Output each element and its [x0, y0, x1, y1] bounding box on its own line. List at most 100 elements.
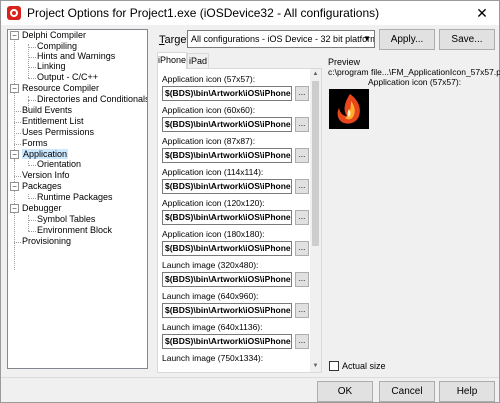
- tree-line: [28, 231, 36, 232]
- tab-ipad[interactable]: iPad: [187, 53, 209, 69]
- tree-line: [28, 161, 29, 164]
- list-item: Application icon (114x114): $(BDS)\bin\A…: [162, 166, 310, 194]
- tree-item-label: Linking: [37, 61, 66, 71]
- actual-size-checkbox[interactable]: [329, 361, 339, 371]
- tree-line: [28, 57, 36, 58]
- icon-path-input[interactable]: $(BDS)\bin\Artwork\iOS\iPhone: [162, 241, 292, 256]
- icon-path-input[interactable]: $(BDS)\bin\Artwork\iOS\iPhone: [162, 210, 292, 225]
- icon-path-input[interactable]: $(BDS)\bin\Artwork\iOS\iPhone: [162, 334, 292, 349]
- tree-item-orientation[interactable]: Orientation: [37, 159, 81, 170]
- scroll-down-icon[interactable]: ▼: [310, 361, 321, 372]
- tree-line: [14, 144, 21, 145]
- browse-button[interactable]: ...: [295, 148, 309, 163]
- tree-item-forms[interactable]: Forms: [22, 138, 48, 149]
- browse-button[interactable]: ...: [295, 117, 309, 132]
- browse-button[interactable]: ...: [295, 241, 309, 256]
- tree-item-label: Output - C/C++: [37, 72, 99, 82]
- cancel-button[interactable]: Cancel: [379, 381, 435, 402]
- icon-path-input[interactable]: $(BDS)\bin\Artwork\iOS\iPhone: [162, 179, 292, 194]
- help-button[interactable]: Help: [439, 381, 495, 402]
- tree-item-label: Orientation: [37, 159, 82, 169]
- icon-row-label: Launch image (640x1136):: [162, 322, 263, 332]
- apply-button[interactable]: Apply...: [379, 29, 435, 50]
- icon-list: Application icon (57x57): $(BDS)\bin\Art…: [158, 69, 310, 372]
- scroll-thumb[interactable]: [312, 81, 319, 246]
- expander-resource-compiler[interactable]: −: [10, 84, 19, 93]
- icon-row-label: Launch image (320x480):: [162, 260, 259, 270]
- tree-item-version-info[interactable]: Version Info: [22, 170, 70, 181]
- footer-separator: [1, 377, 499, 378]
- tree-item-uses-permissions[interactable]: Uses Permissions: [22, 127, 94, 138]
- chevron-down-icon: ▼: [363, 34, 371, 43]
- tree-item-debugger[interactable]: Debugger: [22, 203, 62, 214]
- browse-button[interactable]: ...: [295, 303, 309, 318]
- icon-path-input[interactable]: $(BDS)\bin\Artwork\iOS\iPhone: [162, 86, 292, 101]
- browse-button[interactable]: ...: [295, 179, 309, 194]
- vertical-scrollbar[interactable]: ▲ ▼: [310, 69, 321, 372]
- tree-item-entitlement-list[interactable]: Entitlement List: [22, 116, 84, 127]
- target-select-value: All configurations - iOS Device - 32 bit…: [191, 34, 375, 44]
- browse-button[interactable]: ...: [295, 86, 309, 101]
- tree-line: [14, 210, 15, 270]
- expander-delphi-compiler[interactable]: −: [10, 31, 19, 40]
- actual-size-option[interactable]: Actual size: [329, 361, 386, 371]
- ok-button[interactable]: OK: [317, 381, 373, 402]
- tree-item-label: Resource Compiler: [22, 83, 100, 93]
- tree-line: [14, 122, 21, 123]
- browse-button[interactable]: ...: [295, 272, 309, 287]
- tree-line: [14, 242, 21, 243]
- icon-row-label: Application icon (87x87):: [162, 136, 256, 146]
- tree-item-packages[interactable]: Packages: [22, 181, 62, 192]
- tree-line: [28, 100, 36, 101]
- expander-debugger[interactable]: −: [10, 204, 19, 213]
- icon-row-label: Application icon (114x114):: [162, 167, 264, 177]
- save-button[interactable]: Save...: [439, 29, 495, 50]
- tree-line: [28, 165, 36, 166]
- icon-row-label: Launch image (750x1334):: [162, 353, 264, 363]
- expander-application[interactable]: −: [10, 150, 19, 159]
- tree-item-build-events[interactable]: Build Events: [22, 105, 72, 116]
- icon-path-input[interactable]: $(BDS)\bin\Artwork\iOS\iPhone: [162, 303, 292, 318]
- tree-item-environment-block[interactable]: Environment Block: [37, 225, 112, 236]
- tree-item-label: Debugger: [22, 203, 62, 213]
- tree-item-label: Packages: [22, 181, 62, 191]
- tree-line: [28, 215, 29, 231]
- icon-path-input[interactable]: $(BDS)\bin\Artwork\iOS\iPhone: [162, 117, 292, 132]
- icon-row-label: Application icon (60x60):: [162, 105, 256, 115]
- tab-iphone[interactable]: iPhone: [157, 52, 187, 69]
- tree-item-provisioning[interactable]: Provisioning: [22, 236, 71, 247]
- list-item: Launch image (320x480): $(BDS)\bin\Artwo…: [162, 259, 310, 287]
- expander-packages[interactable]: −: [10, 182, 19, 191]
- options-tree[interactable]: − Delphi Compiler Compiling Hints and Wa…: [7, 29, 148, 369]
- tree-line: [28, 78, 36, 79]
- tree-line: [28, 198, 36, 199]
- target-select[interactable]: All configurations - iOS Device - 32 bit…: [187, 30, 375, 48]
- close-button[interactable]: ✕: [465, 1, 499, 25]
- tree-line: [28, 67, 36, 68]
- list-item: Application icon (180x180): $(BDS)\bin\A…: [162, 228, 310, 256]
- list-item: Application icon (57x57): $(BDS)\bin\Art…: [162, 73, 310, 101]
- icon-path-input[interactable]: $(BDS)\bin\Artwork\iOS\iPhone: [162, 148, 292, 163]
- tree-item-delphi-compiler[interactable]: Delphi Compiler: [22, 30, 86, 41]
- tree-line: [28, 220, 36, 221]
- project-options-dialog: Project Options for Project1.exe (iOSDev…: [0, 0, 500, 403]
- scroll-up-icon[interactable]: ▲: [310, 69, 321, 80]
- tree-item-symbol-tables[interactable]: Symbol Tables: [37, 214, 95, 225]
- icon-path-input[interactable]: $(BDS)\bin\Artwork\iOS\iPhone: [162, 272, 292, 287]
- tree-item-output-c-cpp[interactable]: Output - C/C++: [37, 72, 98, 83]
- tree-item-label: Symbol Tables: [37, 214, 96, 224]
- tree-item-linking[interactable]: Linking: [37, 61, 66, 72]
- tree-item-label: Uses Permissions: [22, 127, 95, 137]
- browse-button[interactable]: ...: [295, 210, 309, 225]
- tree-item-label: Delphi Compiler: [22, 30, 87, 40]
- tree-item-directories-and-conditionals[interactable]: Directories and Conditionals: [37, 94, 147, 105]
- list-item: Application icon (60x60): $(BDS)\bin\Art…: [162, 104, 310, 132]
- tree-item-label: Entitlement List: [22, 116, 84, 126]
- title-bar[interactable]: Project Options for Project1.exe (iOSDev…: [1, 1, 499, 25]
- list-item: Application icon (120x120): $(BDS)\bin\A…: [162, 197, 310, 225]
- tree-item-resource-compiler[interactable]: Resource Compiler: [22, 83, 99, 94]
- browse-button[interactable]: ...: [295, 334, 309, 349]
- tree-item-runtime-packages[interactable]: Runtime Packages: [37, 192, 113, 203]
- tree-item-label: Version Info: [22, 170, 70, 180]
- list-item: Launch image (640x960): $(BDS)\bin\Artwo…: [162, 290, 310, 318]
